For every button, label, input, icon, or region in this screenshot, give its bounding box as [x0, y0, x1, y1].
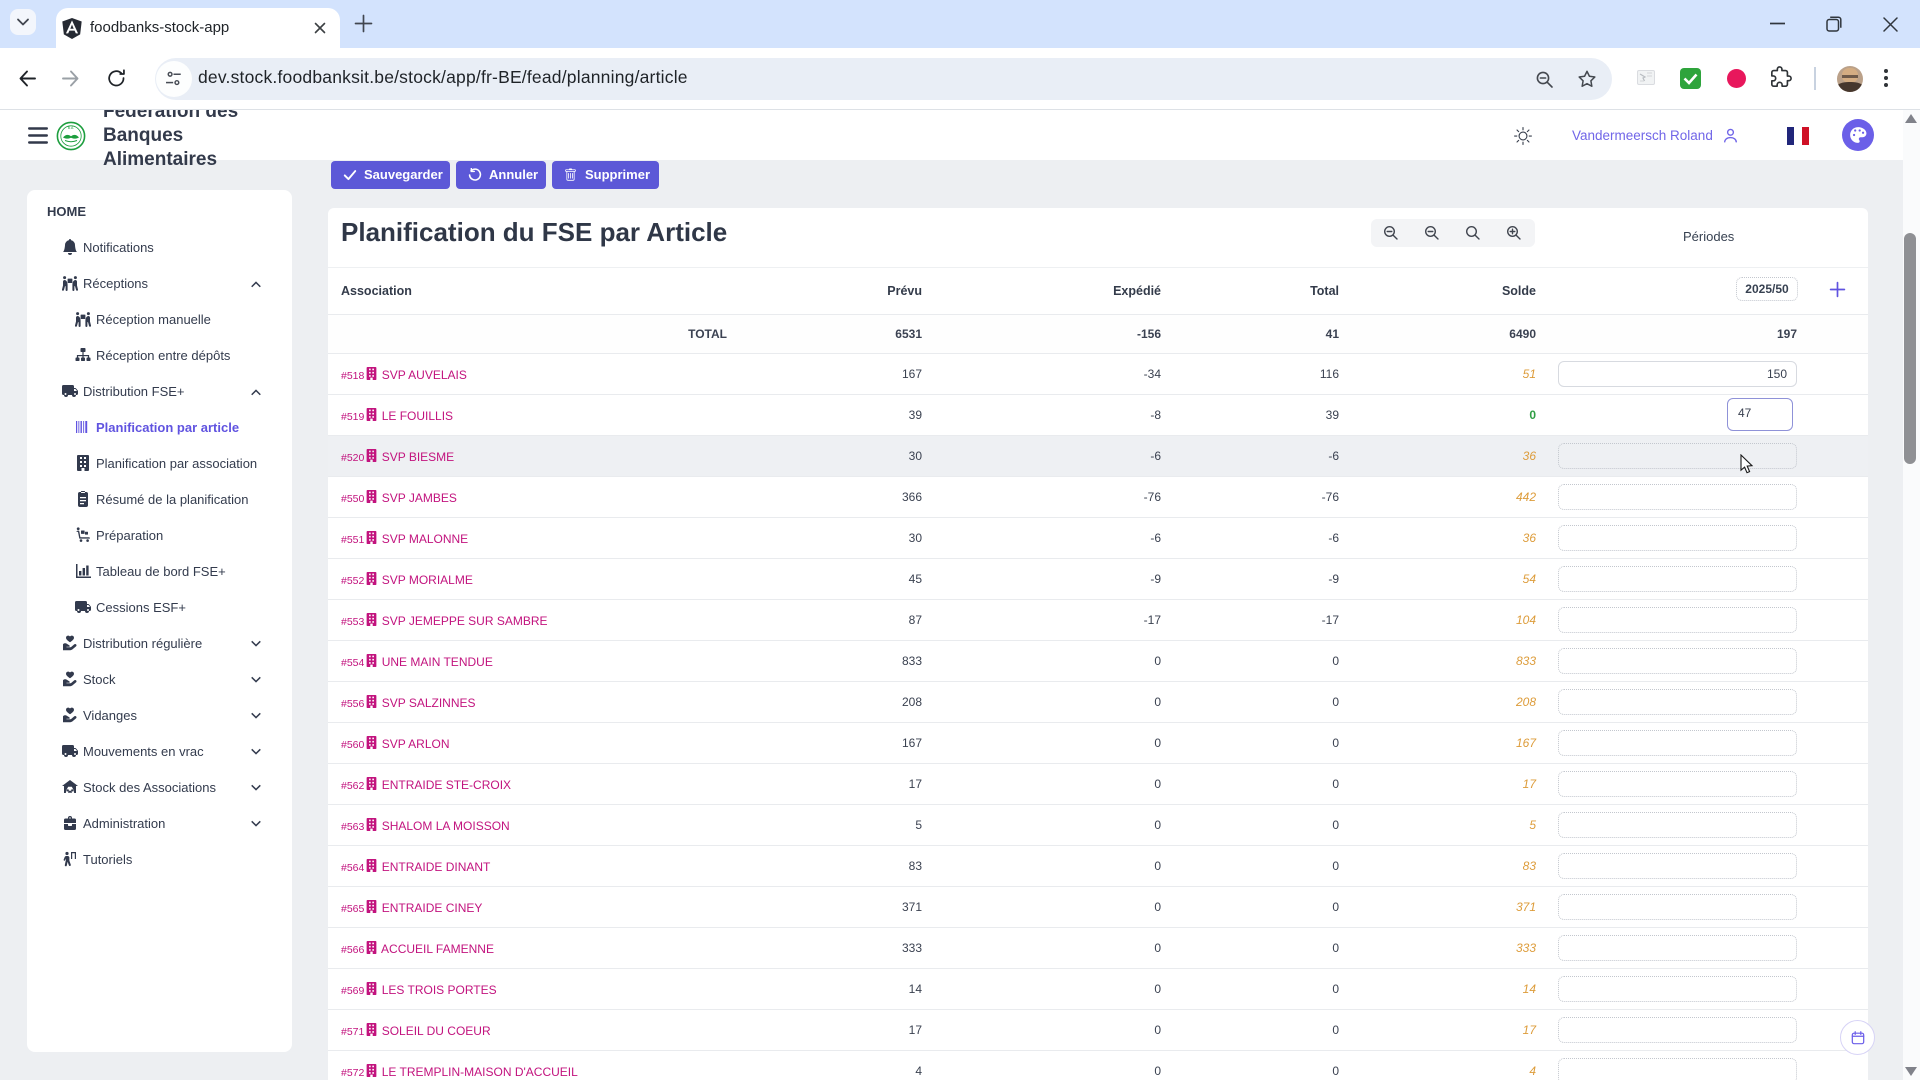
- svg-text:B.A.: B.A.: [68, 126, 74, 130]
